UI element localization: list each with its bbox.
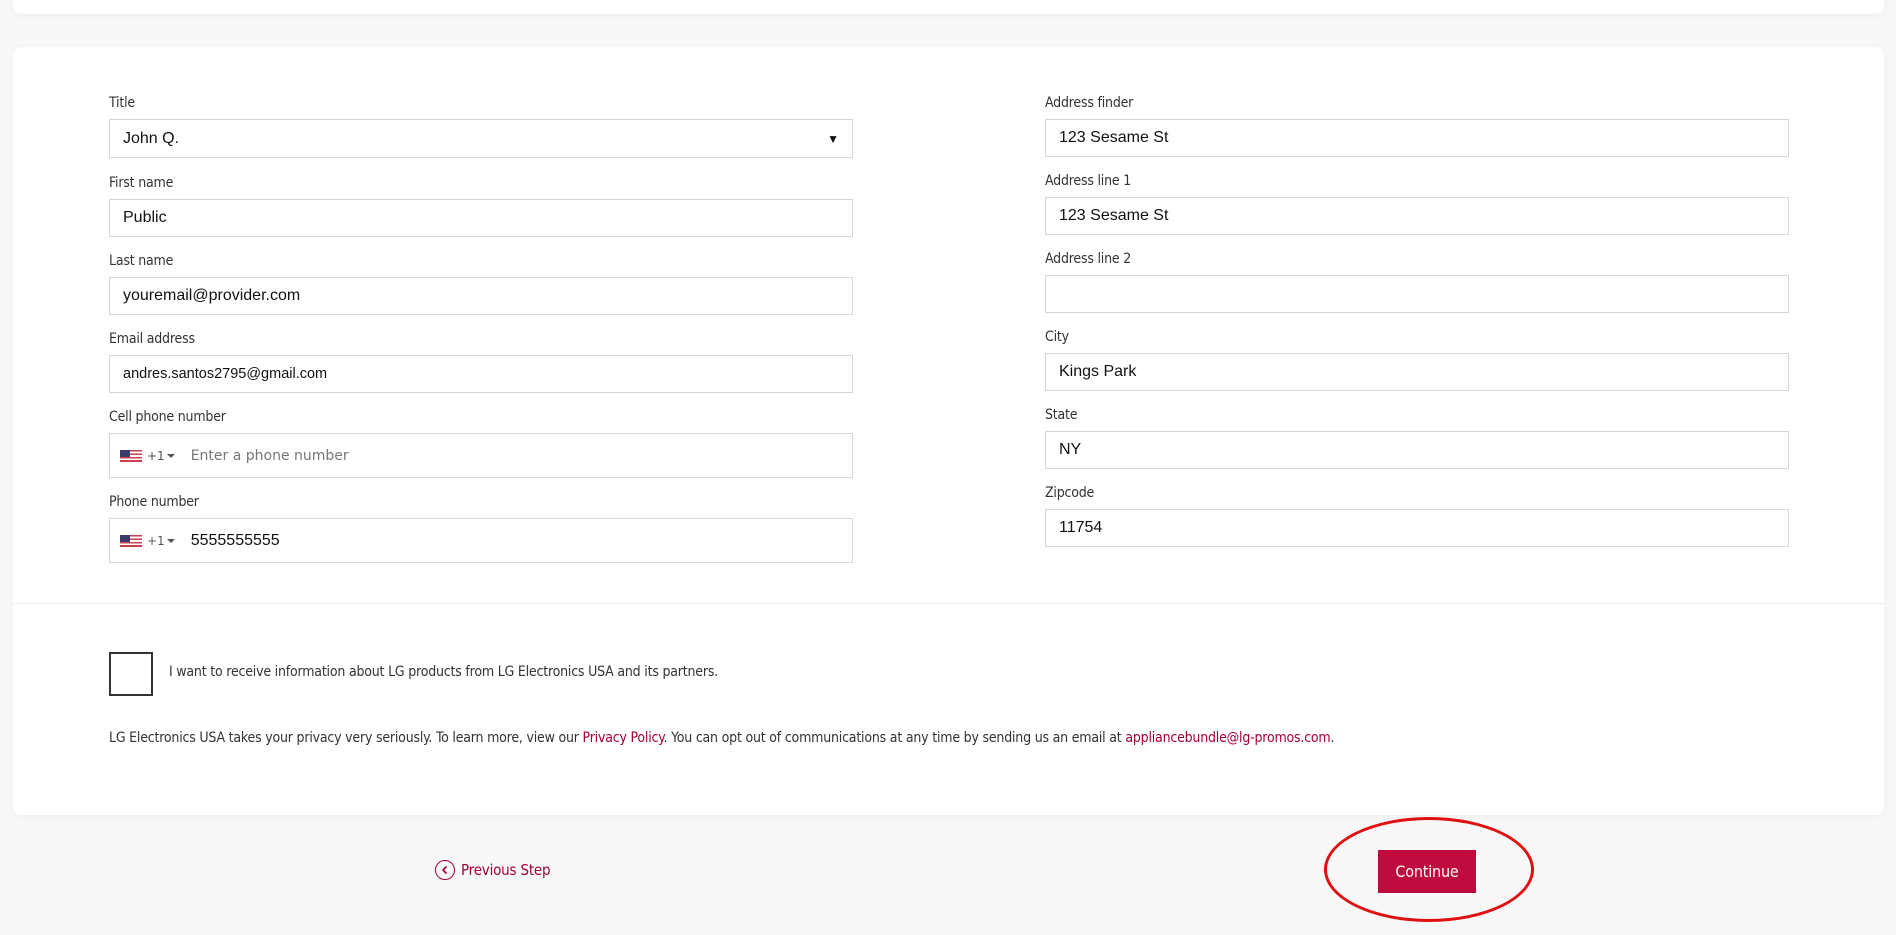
- email-input[interactable]: andres.santos2795@gmail.com: [109, 355, 853, 393]
- phone-country-code: +1: [147, 533, 165, 548]
- address-finder-input[interactable]: 123 Sesame St: [1045, 119, 1789, 157]
- privacy-policy-link[interactable]: Privacy Policy: [583, 730, 664, 746]
- previous-step-label: Previous Step: [461, 861, 551, 879]
- city-value: Kings Park: [1059, 363, 1137, 380]
- state-value: NY: [1059, 441, 1082, 458]
- address-line1-label: Address line 1: [1045, 173, 1132, 189]
- privacy-text-before: LG Electronics USA takes your privacy ve…: [109, 730, 583, 746]
- email-label: Email address: [109, 331, 195, 347]
- city-label: City: [1045, 329, 1069, 345]
- last-name-value: youremail@provider.com: [123, 287, 301, 304]
- phone-value: 5555555555: [190, 531, 280, 549]
- cell-country-code: +1: [147, 448, 165, 463]
- consent-label: I want to receive information about LG p…: [169, 664, 718, 680]
- phone-country-selector[interactable]: +1: [120, 534, 175, 548]
- zipcode-value: 11754: [1059, 519, 1103, 536]
- us-flag-icon: [120, 534, 142, 547]
- phone-label: Phone number: [109, 494, 199, 510]
- address-line1-value: 123 Sesame St: [1059, 207, 1169, 224]
- cell-phone-input[interactable]: +1 Enter a phone number: [109, 433, 853, 478]
- title-label: Title: [109, 95, 135, 111]
- address-finder-label: Address finder: [1045, 95, 1134, 111]
- previous-step-link[interactable]: Previous Step: [435, 860, 551, 880]
- cell-country-selector[interactable]: +1: [120, 449, 175, 463]
- phone-input[interactable]: +1 5555555555: [109, 518, 853, 563]
- zipcode-input[interactable]: 11754: [1045, 509, 1789, 547]
- privacy-text-middle: . You can opt out of communications at a…: [663, 730, 1126, 746]
- zipcode-label: Zipcode: [1045, 485, 1095, 501]
- first-name-label: First name: [109, 175, 174, 191]
- dropdown-arrow-icon: ▼: [827, 131, 839, 146]
- last-name-label: Last name: [109, 253, 174, 269]
- email-value: andres.santos2795@gmail.com: [123, 366, 328, 382]
- previous-section-card: [13, 0, 1884, 14]
- us-flag-icon: [120, 449, 142, 462]
- cell-phone-placeholder: Enter a phone number: [190, 447, 349, 464]
- city-input[interactable]: Kings Park: [1045, 353, 1789, 391]
- address-finder-value: 123 Sesame St: [1059, 129, 1169, 146]
- title-select[interactable]: John Q. ▼: [109, 119, 853, 158]
- first-name-input[interactable]: Public: [109, 199, 853, 237]
- state-input[interactable]: NY: [1045, 431, 1789, 469]
- section-divider: [13, 603, 1884, 604]
- title-value: John Q.: [123, 129, 180, 147]
- contact-email-link[interactable]: appliancebundle@lg-promos.com: [1125, 730, 1330, 746]
- address-line2-input[interactable]: [1045, 275, 1789, 313]
- address-line2-label: Address line 2: [1045, 251, 1132, 267]
- address-line1-input[interactable]: 123 Sesame St: [1045, 197, 1789, 235]
- privacy-text-after: .: [1330, 730, 1335, 746]
- first-name-value: Public: [123, 209, 167, 226]
- chevron-left-circle-icon: [435, 860, 455, 880]
- privacy-notice: LG Electronics USA takes your privacy ve…: [109, 730, 1335, 746]
- state-label: State: [1045, 407, 1078, 423]
- last-name-input[interactable]: youremail@provider.com: [109, 277, 853, 315]
- caret-down-icon: [166, 453, 175, 458]
- continue-button[interactable]: Continue: [1378, 850, 1476, 893]
- caret-down-icon: [166, 538, 175, 543]
- consent-checkbox[interactable]: [109, 652, 153, 696]
- cell-phone-label: Cell phone number: [109, 409, 226, 425]
